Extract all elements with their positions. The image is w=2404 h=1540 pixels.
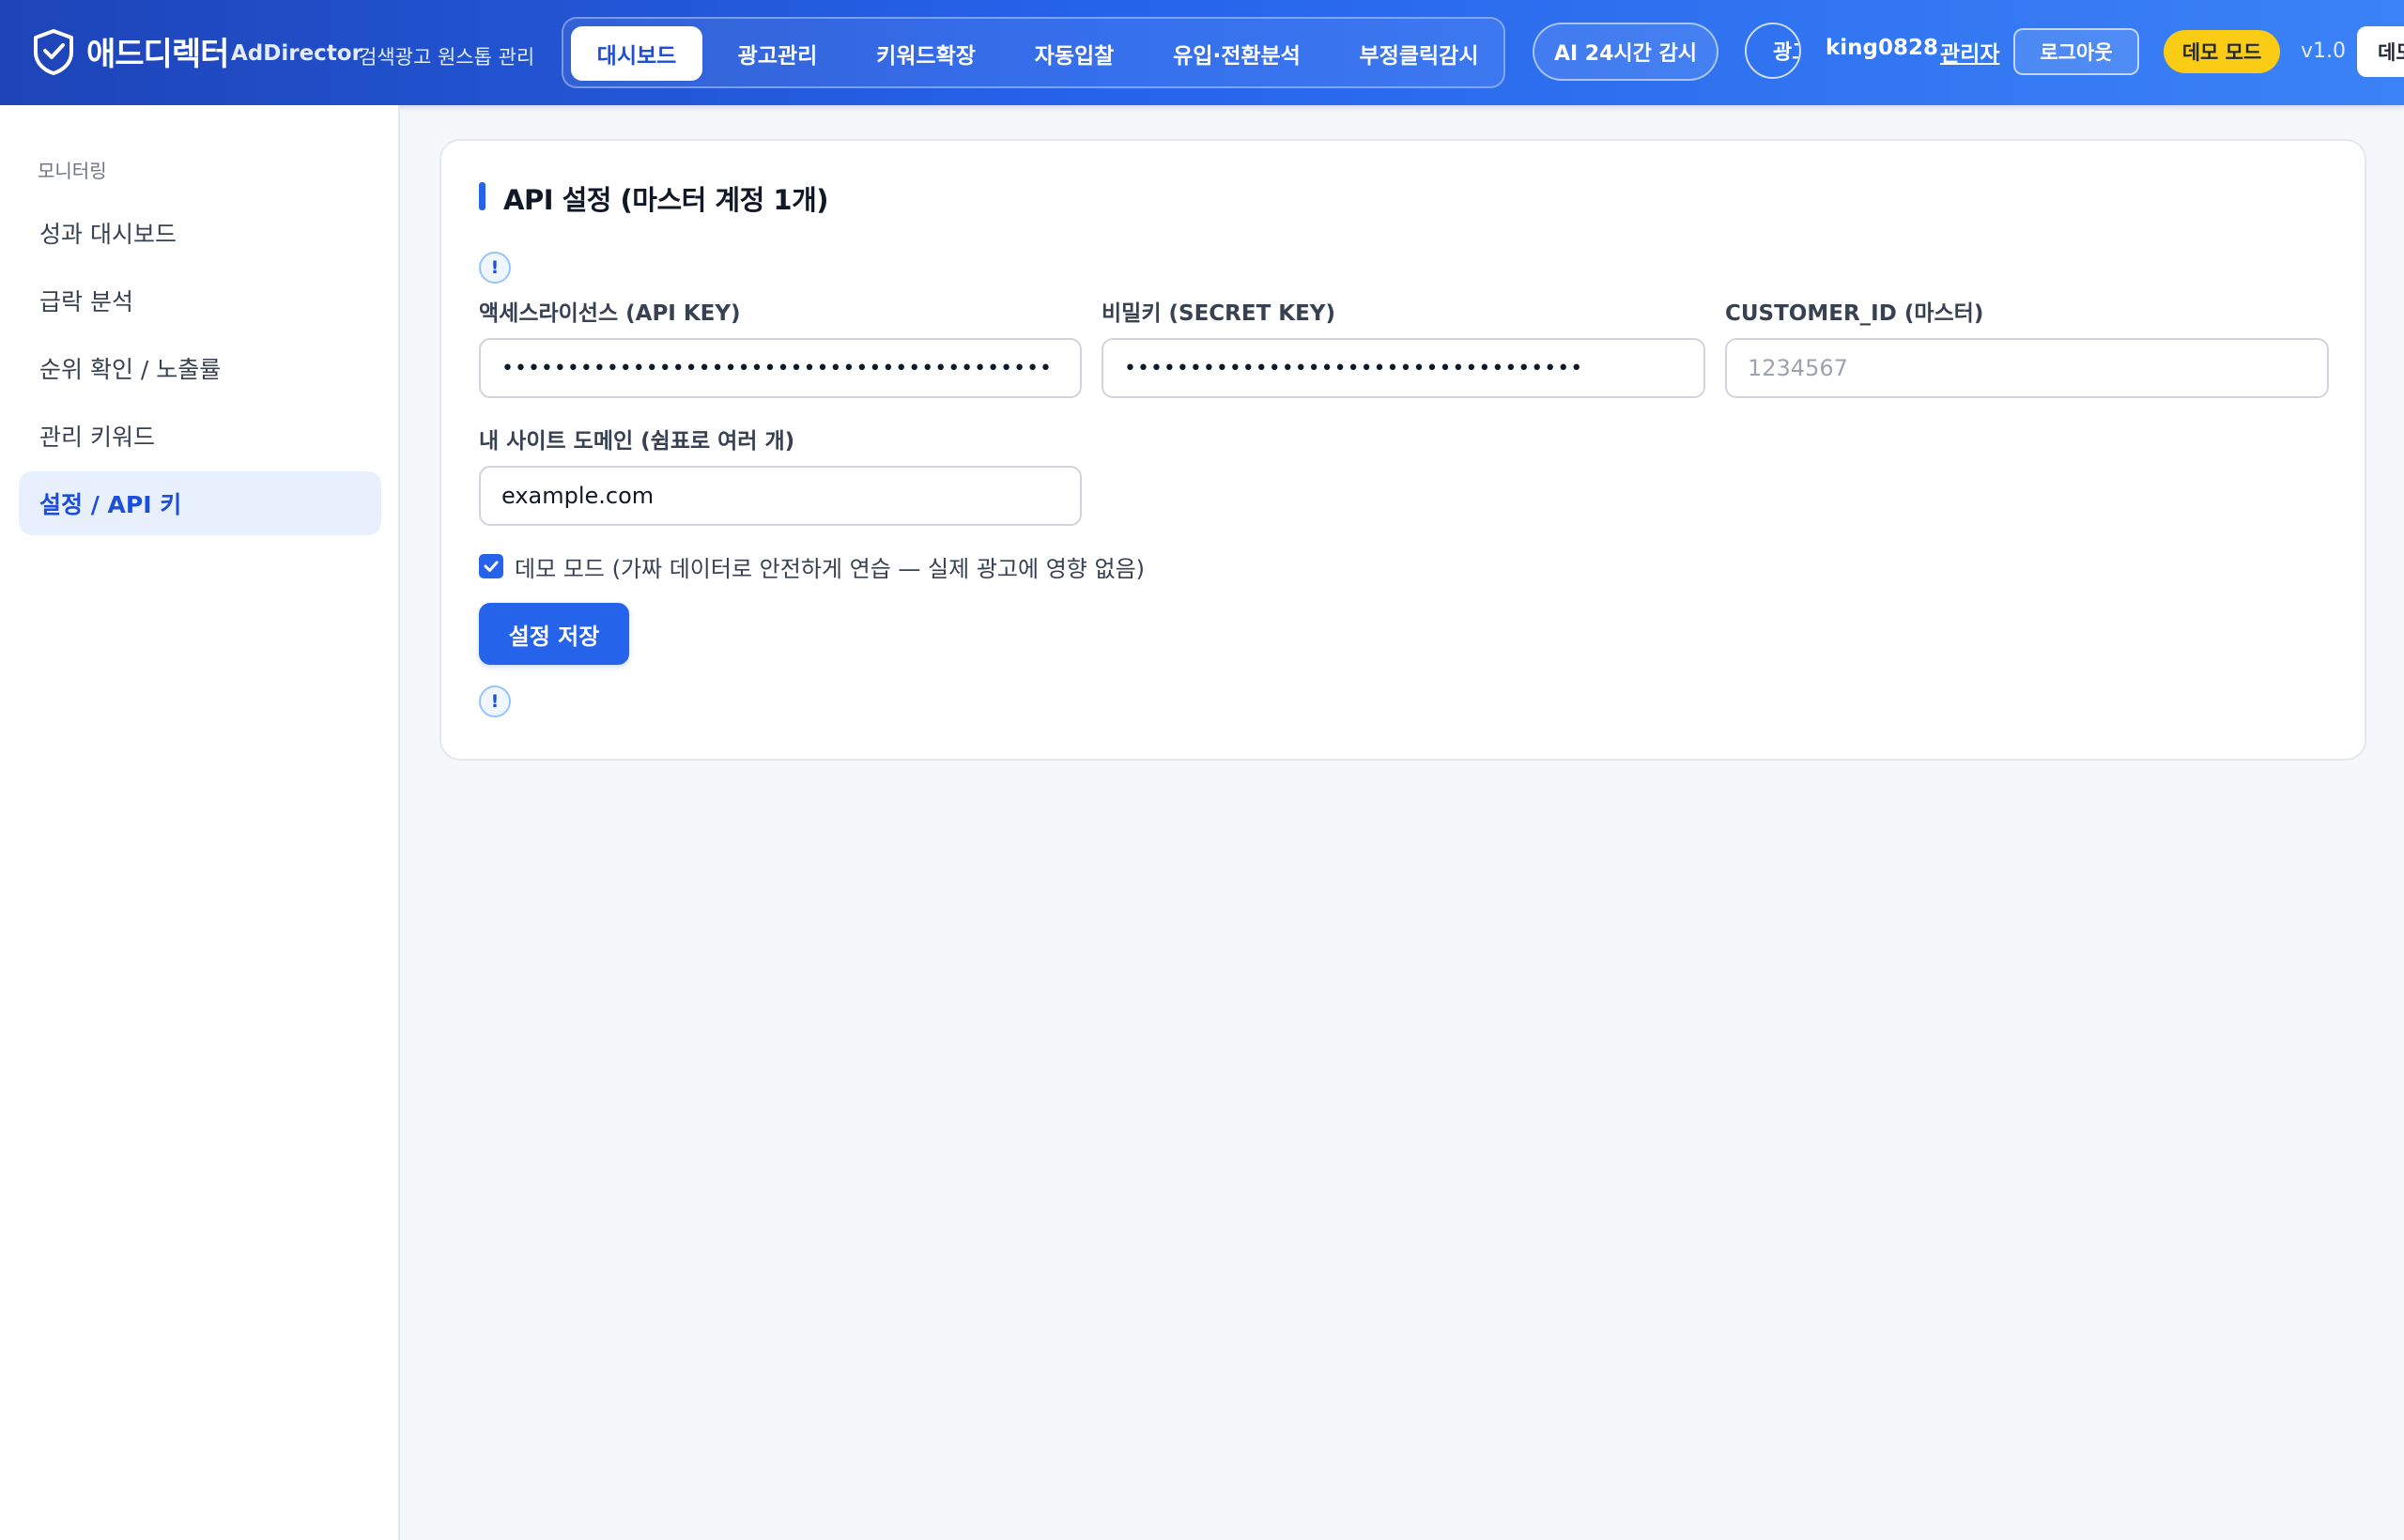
logout-button[interactable]: 로그아웃 [2013,28,2139,75]
sidebar: 모니터링 성과 대시보드 급락 분석 순위 확인 / 노출률 관리 키워드 설정… [0,105,400,1540]
domain-label: 내 사이트 도메인 (쉼표로 여러 개) [479,429,795,454]
card-title: API 설정 (마스터 계정 1개) [503,184,829,216]
sidebar-item-settings-api[interactable]: 설정 / API 키 [19,471,381,535]
nav-tab-dashboard[interactable]: 대시보드 [571,26,702,81]
sidebar-item-performance-dashboard[interactable]: 성과 대시보드 [19,201,381,265]
info-icon[interactable]: ! [479,252,511,284]
top-header: 애드디렉터 AdDirector 검색광고 원스톱 관리 대시보드 광고관리 키… [0,0,2404,105]
brand-name-ko: 애드디렉터 [86,36,229,73]
nav-tab-fraud-watch[interactable]: 부정클릭감시 [1335,26,1502,81]
secret-key-label: 비밀키 (SECRET KEY) [1102,301,1335,326]
ai-monitor-button[interactable]: AI 24시간 감시 [1533,23,1718,81]
secret-key-input[interactable] [1102,338,1705,398]
brand-name-en: AdDirector [231,41,362,66]
api-key-label: 액세스라이선스 (API KEY) [479,301,741,326]
nav-tab-auto-bid[interactable]: 자동입찰 [1010,26,1138,81]
version-label: v1.0 [2301,39,2347,63]
customer-id-label: CUSTOMER_ID (마스터) [1725,301,1984,326]
customer-id-input[interactable] [1725,338,2329,398]
nav-tab-keyword-expand[interactable]: 키워드확장 [851,26,1001,81]
username: king0828 [1826,36,1939,60]
demo-mode-label[interactable]: 데모 모드 (가짜 데이터로 안전하게 연습 — 실제 광고에 영향 없음) [515,550,1145,583]
shield-logo-icon [34,29,73,75]
api-key-input[interactable] [479,338,1082,398]
sidebar-item-managed-keywords[interactable]: 관리 키워드 [19,404,381,468]
nav-tab-traffic-analysis[interactable]: 유입·전환분석 [1148,26,1326,81]
nav-tab-ads[interactable]: 광고관리 [714,26,841,81]
sidebar-item-drop-analysis[interactable]: 급락 분석 [19,269,381,332]
sidebar-section-label: 모니터링 [38,160,107,182]
info-icon-bottom[interactable]: ! [479,685,511,717]
demo-mode-badge: 데모 모드 [2164,30,2280,73]
save-settings-button[interactable]: 설정 저장 [479,603,629,665]
api-settings-card: API 설정 (마스터 계정 1개) ! 액세스라이선스 (API KEY) 비… [439,139,2366,761]
sidebar-item-rank-check[interactable]: 순위 확인 / 노출률 [19,336,381,400]
brand-subtitle: 검색광고 원스톱 관리 [359,46,535,69]
check-icon [484,561,499,572]
domain-input[interactable] [479,466,1082,526]
title-accent-bar [479,182,485,210]
admin-link[interactable]: 관리자 [1940,36,1999,68]
main-nav: 대시보드 광고관리 키워드확장 자동입찰 유입·전환분석 부정클릭감시 [562,17,1505,88]
demo-toggle-button[interactable]: 데모 [2357,26,2404,77]
avatar[interactable]: 광고 [1745,23,1801,79]
demo-mode-checkbox[interactable] [479,554,503,578]
